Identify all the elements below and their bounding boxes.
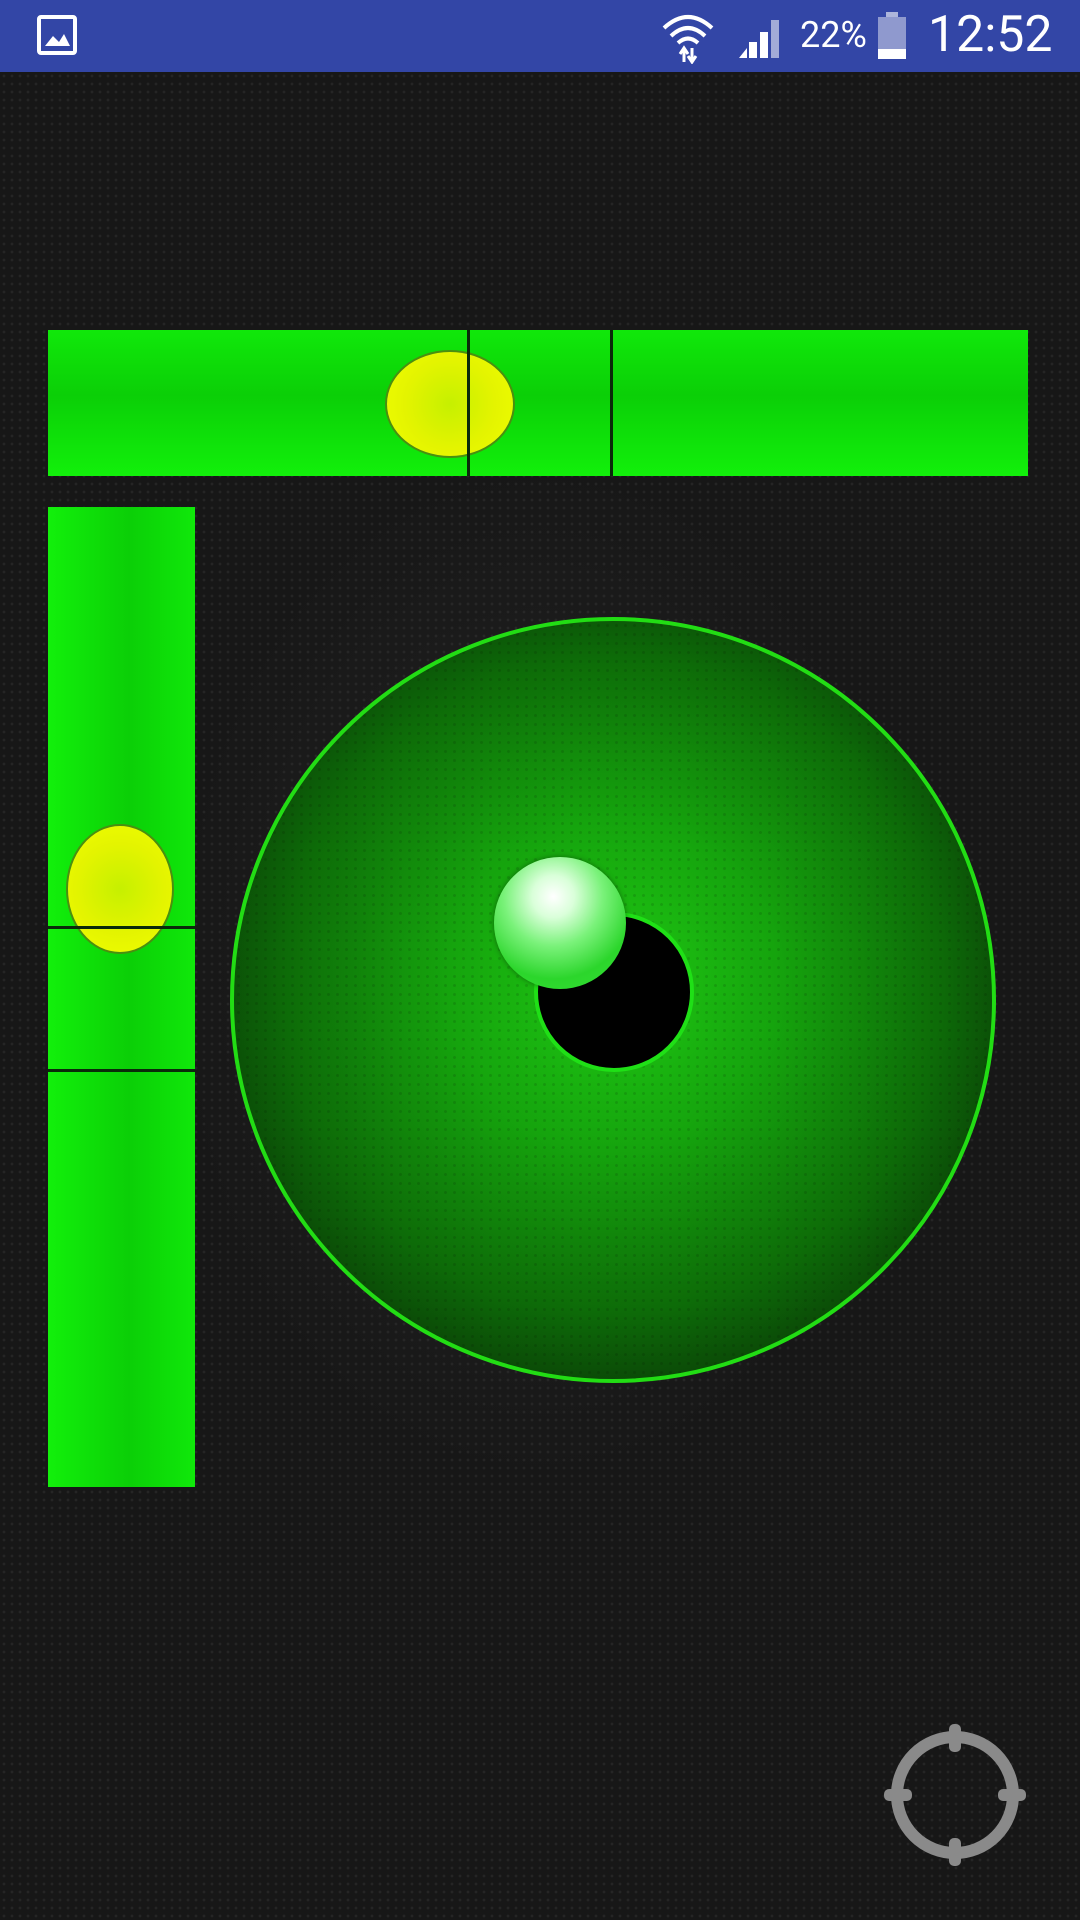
status-bar: 22% 12:52	[0, 0, 1080, 72]
battery-icon	[878, 12, 906, 59]
battery-percent: 22%	[800, 14, 867, 56]
gallery-icon	[37, 15, 77, 55]
vertical-center-line-bottom	[48, 1069, 195, 1072]
calibrate-button[interactable]	[880, 1720, 1030, 1870]
horizontal-level-tube	[48, 330, 1028, 476]
horizontal-center-line-right	[610, 330, 613, 476]
wifi-icon	[662, 15, 714, 64]
vertical-level-tube	[48, 507, 195, 1487]
horizontal-center-line-left	[467, 330, 470, 476]
crosshair-icon	[884, 1724, 1026, 1866]
vertical-center-line-top	[48, 926, 195, 929]
clock: 12:52	[928, 6, 1053, 64]
vertical-bubble	[66, 824, 174, 955]
bullseye-bubble	[494, 857, 627, 990]
horizontal-bubble	[384, 350, 515, 458]
signal-icon	[739, 20, 779, 58]
